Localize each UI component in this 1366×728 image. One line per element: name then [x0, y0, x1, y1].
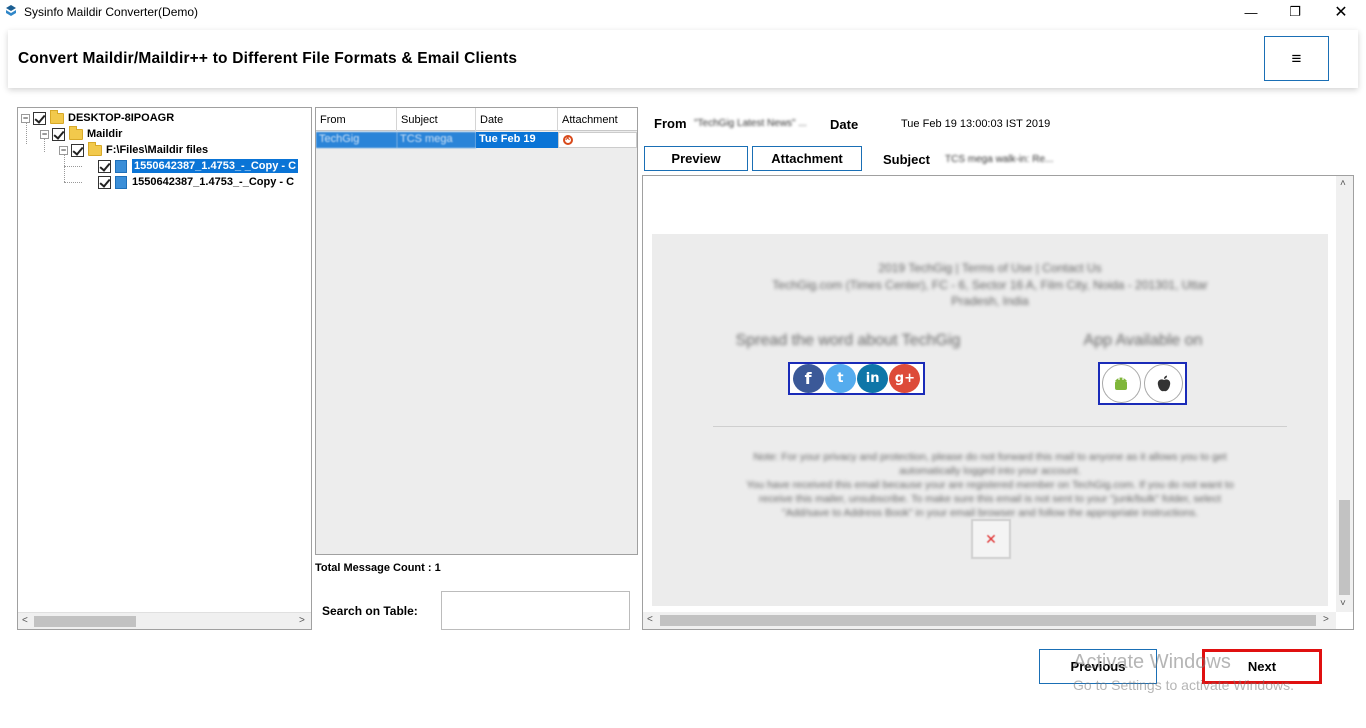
app-available-text: App Available on — [1083, 332, 1203, 349]
note-text: "Add/save to Address Book" in your email… — [781, 507, 1198, 519]
activation-watermark: Activate Windows — [1073, 651, 1231, 673]
tree-horizontal-scrollbar[interactable]: < > — [18, 612, 311, 629]
minimize-button[interactable]: — — [1228, 0, 1274, 24]
tree-node-label: F:\Files\Maildir files — [106, 144, 209, 156]
tree-node-maildir[interactable]: − Maildir — [40, 125, 123, 142]
tree-node-folder[interactable]: − F:\Files\Maildir files — [59, 141, 209, 158]
search-label: Search on Table: — [322, 604, 418, 618]
note-text: Note: For your privacy and protection, p… — [753, 451, 1227, 463]
column-from[interactable]: From — [316, 108, 397, 131]
activation-watermark-sub: Go to Settings to activate Windows. — [1073, 677, 1294, 693]
cell-subject: TCS mega — [397, 132, 476, 148]
title-bar: Sysinfo Maildir Converter(Demo) — ❐ ✕ — [0, 0, 1366, 24]
tree-node-root[interactable]: − DESKTOP-8IPOAGR — [21, 109, 175, 126]
scroll-right-icon[interactable]: > — [1323, 614, 1329, 625]
cell-attachment — [558, 132, 637, 148]
tree-node-file[interactable]: 1550642387_1.4753_-_Copy - C — [98, 158, 299, 174]
linkedin-icon[interactable]: in — [857, 364, 889, 393]
scroll-down-icon[interactable]: ˅ — [1340, 598, 1346, 609]
twitter-icon[interactable]: t — [824, 364, 856, 393]
note-text: You have received this email because you… — [746, 479, 1234, 491]
subject-value: TCS mega walk-in: Re... — [945, 154, 1054, 165]
scrollbar-thumb[interactable] — [34, 616, 136, 627]
attachment-icon — [563, 133, 573, 145]
footer-address-cont: Pradesh, India — [951, 294, 1029, 308]
folder-tree[interactable]: − DESKTOP-8IPOAGR − Maildir − F:\Files\M… — [17, 107, 312, 630]
footer-divider — [713, 426, 1287, 427]
column-attachment[interactable]: Attachment — [558, 108, 637, 131]
message-count: Total Message Count : 1 — [315, 562, 441, 574]
checkbox-file[interactable] — [98, 159, 111, 173]
search-input[interactable] — [441, 591, 630, 630]
tree-node-label: Maildir — [87, 128, 123, 140]
maximize-button[interactable]: ❐ — [1272, 0, 1318, 24]
note-text: receive this mailer, unsubscribe. To mak… — [759, 493, 1221, 505]
date-label: Date — [830, 117, 859, 132]
column-date[interactable]: Date — [476, 108, 558, 131]
checkbox-maildir[interactable] — [52, 127, 65, 141]
header-bar: Convert Maildir/Maildir++ to Different F… — [8, 30, 1358, 88]
hamburger-icon: ≡ — [1291, 48, 1302, 68]
page-title: Convert Maildir/Maildir++ to Different F… — [18, 50, 518, 67]
tree-node-file[interactable]: 1550642387_1.4753_-_Copy - C — [98, 174, 294, 190]
scroll-left-icon[interactable]: < — [22, 615, 28, 626]
folder-icon — [69, 125, 83, 140]
facebook-icon[interactable]: f — [792, 364, 824, 393]
list-header: From Subject Date Attachment — [316, 108, 637, 131]
collapse-icon[interactable]: − — [40, 129, 49, 139]
email-footer-block: 2019 TechGig | Terms of Use | Contact Us… — [652, 234, 1328, 606]
table-row[interactable]: TechGig TCS mega Tue Feb 19 — [316, 132, 637, 148]
scroll-right-icon[interactable]: > — [299, 615, 305, 626]
computer-folder-icon — [50, 109, 64, 124]
file-icon — [115, 175, 127, 189]
spread-word-text: Spread the word about TechGig — [735, 332, 961, 349]
message-list[interactable]: From Subject Date Attachment TechGig TCS… — [315, 107, 638, 555]
date-value: Tue Feb 19 13:00:03 IST 2019 — [901, 118, 1051, 130]
tree-node-label: 1550642387_1.4753_-_Copy - C — [132, 159, 299, 173]
apple-icon[interactable] — [1144, 364, 1184, 403]
column-subject[interactable]: Subject — [397, 108, 476, 131]
tree-node-label: DESKTOP-8IPOAGR — [68, 112, 175, 124]
subject-label: Subject — [883, 152, 930, 167]
checkbox-root[interactable] — [33, 111, 46, 125]
scrollbar-thumb[interactable] — [660, 615, 1316, 626]
collapse-icon[interactable]: − — [21, 113, 30, 123]
footer-address: TechGig.com (Times Center), FC - 6, Sect… — [772, 278, 1208, 292]
close-button[interactable]: ✕ — [1318, 0, 1364, 24]
scrollbar-thumb[interactable] — [1339, 500, 1350, 595]
folder-icon — [88, 141, 102, 156]
collapse-icon[interactable]: − — [59, 145, 68, 155]
footer-links: 2019 TechGig | Terms of Use | Contact Us — [878, 261, 1102, 275]
android-icon[interactable] — [1101, 364, 1141, 403]
preview-vertical-scrollbar[interactable]: ˄ ˅ — [1336, 176, 1353, 612]
note-text: automatically logged into your account. — [899, 465, 1081, 477]
tab-preview[interactable]: Preview — [644, 146, 748, 171]
email-preview-pane[interactable]: 2019 TechGig | Terms of Use | Contact Us… — [642, 175, 1354, 630]
cell-from: TechGig — [316, 132, 397, 148]
from-value: "TechGig Latest News" ... — [694, 118, 807, 129]
checkbox-folder[interactable] — [71, 143, 84, 157]
scroll-up-icon[interactable]: ˄ — [1340, 178, 1346, 189]
app-icons-box — [1098, 362, 1187, 405]
checkbox-file[interactable] — [98, 175, 111, 189]
menu-button[interactable]: ≡ — [1264, 36, 1329, 81]
app-logo-icon — [6, 5, 16, 16]
google-plus-icon[interactable]: g+ — [889, 364, 921, 393]
cell-date: Tue Feb 19 — [476, 132, 558, 148]
from-label: From — [654, 116, 687, 131]
tree-node-label: 1550642387_1.4753_-_Copy - C — [132, 176, 295, 188]
tab-attachment[interactable]: Attachment — [752, 146, 862, 171]
preview-horizontal-scrollbar[interactable]: < > — [643, 612, 1336, 629]
social-icons-box: f t in g+ — [788, 362, 925, 395]
app-title: Sysinfo Maildir Converter(Demo) — [24, 5, 199, 19]
file-icon — [115, 159, 127, 173]
broken-image-icon: ✕ — [971, 519, 1011, 559]
scroll-left-icon[interactable]: < — [647, 614, 653, 625]
